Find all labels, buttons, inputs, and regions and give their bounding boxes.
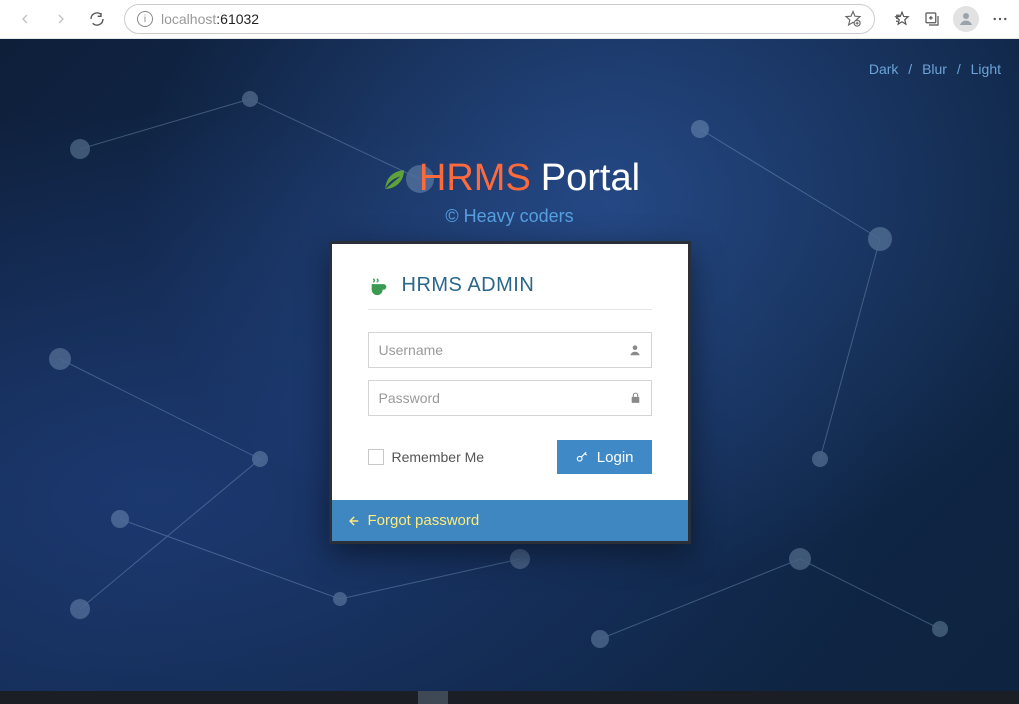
remember-me-checkbox[interactable]: Remember Me <box>368 449 485 465</box>
theme-separator: / <box>957 61 961 77</box>
profile-avatar[interactable] <box>953 6 979 32</box>
address-bar[interactable]: i localhost:61032 <box>124 4 875 34</box>
forward-button[interactable] <box>46 4 76 34</box>
more-icon[interactable] <box>991 10 1009 28</box>
arrow-right-icon <box>53 11 69 27</box>
checkbox-box <box>368 449 384 465</box>
coffee-icon <box>368 275 390 297</box>
login-card: HRMS ADMIN Remember Me <box>329 241 691 544</box>
refresh-icon <box>89 11 105 27</box>
login-button[interactable]: Login <box>557 440 652 474</box>
theme-switcher: Dark / Blur / Light <box>869 61 1001 77</box>
login-page: Dark / Blur / Light HRMS Portal © Heavy … <box>0 39 1019 691</box>
url-port: :61032 <box>216 11 259 27</box>
arrow-left-icon <box>346 514 360 528</box>
site-info-icon[interactable]: i <box>137 11 153 27</box>
browser-toolbar: i localhost:61032 <box>0 0 1019 39</box>
brand-portal: Portal <box>541 157 640 200</box>
login-card-title: HRMS ADMIN <box>368 274 652 310</box>
brand-header: HRMS Portal © Heavy coders <box>0 157 1019 227</box>
password-field-wrap <box>368 380 652 416</box>
user-icon <box>957 10 975 28</box>
lock-field-icon <box>629 392 642 405</box>
url-host: localhost <box>161 11 216 27</box>
user-field-icon <box>628 343 642 357</box>
username-field-wrap <box>368 332 652 368</box>
key-icon <box>575 450 589 464</box>
login-button-label: Login <box>597 449 634 466</box>
remember-label: Remember Me <box>392 449 485 465</box>
brand-hrms: HRMS <box>419 157 531 200</box>
back-button[interactable] <box>10 4 40 34</box>
url-text: localhost:61032 <box>161 11 259 27</box>
refresh-button[interactable] <box>82 4 112 34</box>
brand-subtitle: © Heavy coders <box>0 206 1019 227</box>
browser-right-cluster <box>893 6 1009 32</box>
brand-title: HRMS Portal <box>0 157 1019 200</box>
theme-separator: / <box>908 61 912 77</box>
theme-link-light[interactable]: Light <box>971 61 1001 77</box>
theme-link-blur[interactable]: Blur <box>922 61 947 77</box>
favorites-icon[interactable] <box>893 10 911 28</box>
password-input[interactable] <box>368 380 652 416</box>
forgot-password-bar[interactable]: Forgot password <box>332 500 688 541</box>
taskbar[interactable] <box>0 691 1019 704</box>
leaf-icon <box>379 164 409 194</box>
username-input[interactable] <box>368 332 652 368</box>
arrow-left-icon <box>17 11 33 27</box>
collections-icon[interactable] <box>923 10 941 28</box>
forgot-password-link[interactable]: Forgot password <box>368 512 480 529</box>
theme-link-dark[interactable]: Dark <box>869 61 899 77</box>
login-title-text: HRMS ADMIN <box>402 274 535 297</box>
star-add-icon[interactable] <box>844 10 862 28</box>
